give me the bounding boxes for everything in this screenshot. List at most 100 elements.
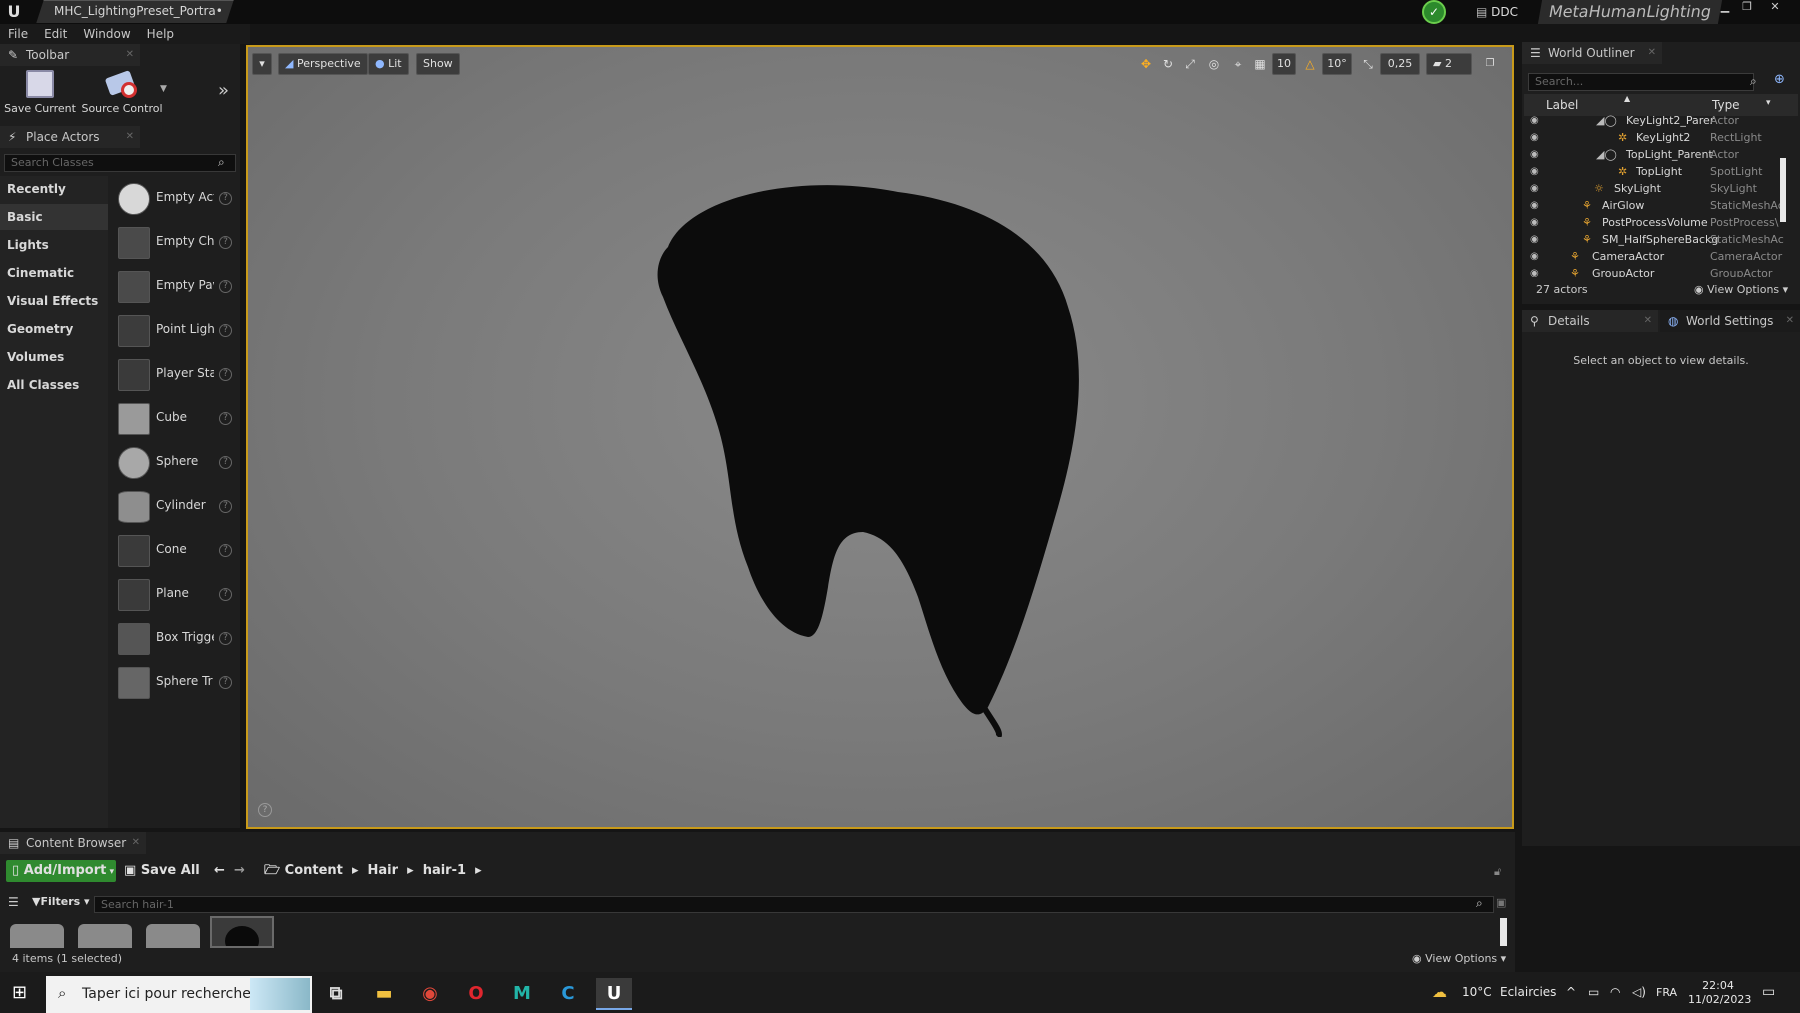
outliner-row[interactable]: ◉ ✲ TopLight SpotLight [1524, 164, 1786, 181]
opera-icon[interactable]: O [458, 978, 494, 1010]
help-icon[interactable]: ? [219, 676, 232, 689]
source-control-button[interactable]: Source Control [80, 70, 164, 115]
content-browser-tab[interactable]: ▤ Content Browser ✕ [0, 832, 146, 854]
visibility-eye-icon[interactable]: ◉ [1530, 234, 1544, 245]
grid-snap-value[interactable]: 10 [1272, 53, 1296, 75]
help-icon[interactable]: ? [219, 500, 232, 513]
ddc-status-icon[interactable]: ✓ [1422, 0, 1446, 24]
close-icon[interactable]: ✕ [126, 44, 134, 66]
actor-item-empty-character[interactable]: Empty Cha? [114, 221, 238, 265]
tray-chevron-icon[interactable]: ^ [1566, 972, 1576, 1013]
scale-snap-value[interactable]: 0,25 [1380, 53, 1420, 75]
maximize-icon[interactable]: ❐ [1736, 0, 1758, 16]
category-basic[interactable]: Basic [0, 204, 108, 230]
sources-toggle-icon[interactable]: ☰ [8, 895, 19, 909]
help-icon[interactable]: ? [219, 456, 232, 469]
category-recently-placed[interactable]: Recently Placed [0, 176, 108, 222]
menu-file[interactable]: File [0, 24, 36, 44]
hair-asset-thumbnail[interactable] [210, 916, 274, 948]
lit-button[interactable]: ● Lit [368, 53, 409, 75]
weather-temp[interactable]: 10°C [1462, 972, 1492, 1013]
search-icon[interactable]: ⌕ [1750, 74, 1757, 89]
actor-item-plane[interactable]: Plane? [114, 573, 238, 617]
world-local-icon[interactable]: ◎ [1204, 53, 1224, 75]
category-all-classes[interactable]: All Classes [0, 372, 108, 398]
category-cinematic[interactable]: Cinematic [0, 260, 108, 286]
outliner-row[interactable]: ◉ ⚘ GroupActor GroupActor [1524, 266, 1786, 277]
back-arrow-icon[interactable]: ← [214, 860, 225, 882]
task-view-icon[interactable]: ⧉ [318, 978, 354, 1010]
category-volumes[interactable]: Volumes [0, 344, 108, 370]
close-window-icon[interactable]: ✕ [1764, 0, 1786, 16]
scale-snap-icon[interactable]: ⤡ [1358, 53, 1378, 75]
maximize-viewport-icon[interactable]: ❐ [1480, 53, 1500, 75]
content-scrollbar[interactable] [1500, 918, 1507, 946]
actor-item-player-start[interactable]: Player Sta? [114, 353, 238, 397]
hair-mesh[interactable] [648, 177, 1098, 737]
help-icon[interactable]: ? [219, 632, 232, 645]
filters-button[interactable]: ▼Filters ▾ [32, 895, 90, 908]
system-clock[interactable]: 22:04 11/02/2023 [1688, 979, 1751, 1007]
visibility-eye-icon[interactable]: ◉ [1530, 217, 1544, 228]
viewport-info-icon[interactable]: ? [258, 803, 272, 817]
speaker-icon[interactable]: ◁) [1632, 972, 1646, 1013]
actor-item-cone[interactable]: Cone? [114, 529, 238, 573]
breadcrumb-content[interactable]: Content [285, 863, 343, 878]
visibility-eye-icon[interactable]: ◉ [1530, 132, 1544, 143]
search-icon[interactable]: ⌕ [218, 155, 225, 170]
actor-item-cylinder[interactable]: Cylinder? [114, 485, 238, 529]
content-search-input[interactable]: Search hair-1 [94, 896, 1494, 913]
outliner-row[interactable]: ◉ ✲ KeyLight2 RectLight [1524, 130, 1786, 147]
chevron-down-icon[interactable]: ▾ [1766, 98, 1771, 108]
outliner-row[interactable]: ◉ ◢◯ TopLight_Parent Actor [1524, 147, 1786, 164]
weather-icon[interactable]: ☁ [1432, 972, 1447, 1013]
help-icon[interactable]: ? [219, 280, 232, 293]
camera-speed-button[interactable]: ▰ 2 [1426, 53, 1472, 75]
outliner-row[interactable]: ◉ ⚘ AirGlow StaticMeshAc [1524, 198, 1786, 215]
add-import-button[interactable]: ▯ Add/Import ▾ [6, 860, 116, 882]
help-icon[interactable]: ? [219, 412, 232, 425]
save-all-button[interactable]: ▣ Save All [124, 860, 200, 882]
actor-item-box-trigger[interactable]: Box Trigge? [114, 617, 238, 661]
place-actors-tab[interactable]: ⚡ Place Actors ✕ [0, 126, 140, 148]
show-button[interactable]: Show [416, 53, 460, 75]
outliner-row[interactable]: ◉ ⚘ SM_HalfSphereBackg StaticMeshAc [1524, 232, 1786, 249]
notifications-icon[interactable]: ▭ [1762, 972, 1775, 1013]
outliner-row[interactable]: ◉ ◢◯ KeyLight2_Parer Actor [1524, 113, 1786, 130]
maya-icon[interactable]: M [504, 978, 540, 1010]
folder-thumbnail[interactable] [146, 924, 200, 948]
pin-icon[interactable]: ⊕ [1774, 72, 1785, 87]
content-view-options[interactable]: ◉ View Options ▾ [1412, 952, 1506, 965]
translate-icon[interactable]: ✥ [1136, 53, 1156, 75]
actor-item-empty-actor[interactable]: Empty Act? [114, 177, 238, 221]
search-icon[interactable]: ⌕ [1476, 896, 1483, 911]
usb-icon[interactable]: ▭ [1588, 972, 1599, 1013]
wifi-icon[interactable]: ◠ [1610, 972, 1620, 1013]
rotation-snap-icon[interactable]: △ [1300, 53, 1320, 75]
visibility-eye-icon[interactable]: ◉ [1530, 268, 1544, 277]
cinema-app-icon[interactable]: C [550, 978, 586, 1010]
lock-icon[interactable]: 🔓︎ [1494, 865, 1501, 879]
folder-thumbnail[interactable] [78, 924, 132, 948]
actor-item-empty-pawn[interactable]: Empty Pav? [114, 265, 238, 309]
unreal-engine-taskbar-icon[interactable]: U [596, 978, 632, 1010]
search-classes-input[interactable]: Search Classes [4, 154, 236, 172]
perspective-button[interactable]: ◢ Perspective [278, 53, 368, 75]
rotate-icon[interactable]: ↻ [1158, 53, 1178, 75]
type-column-header[interactable]: Type [1712, 98, 1740, 112]
category-visual-effects[interactable]: Visual Effects [0, 288, 108, 314]
close-icon[interactable]: ✕ [1644, 310, 1652, 332]
menu-edit[interactable]: Edit [36, 24, 75, 44]
sort-icon[interactable]: ▲ [1624, 94, 1630, 103]
help-icon[interactable]: ? [219, 368, 232, 381]
windows-start-icon[interactable]: ⊞ [12, 982, 34, 1004]
outliner-search-input[interactable]: Search... [1528, 73, 1754, 91]
world-outliner-tab[interactable]: ☰ World Outliner ✕ [1522, 42, 1662, 64]
grid-snap-icon[interactable]: ▦ [1250, 53, 1270, 75]
actor-item-point-light[interactable]: Point Light? [114, 309, 238, 353]
toolbar-tab[interactable]: ✎ Toolbar ✕ [0, 44, 140, 66]
folder-thumbnail[interactable] [10, 924, 64, 948]
outliner-scrollbar[interactable] [1780, 158, 1786, 222]
forward-arrow-icon[interactable]: → [234, 860, 245, 882]
close-icon[interactable]: ✕ [1786, 310, 1794, 332]
